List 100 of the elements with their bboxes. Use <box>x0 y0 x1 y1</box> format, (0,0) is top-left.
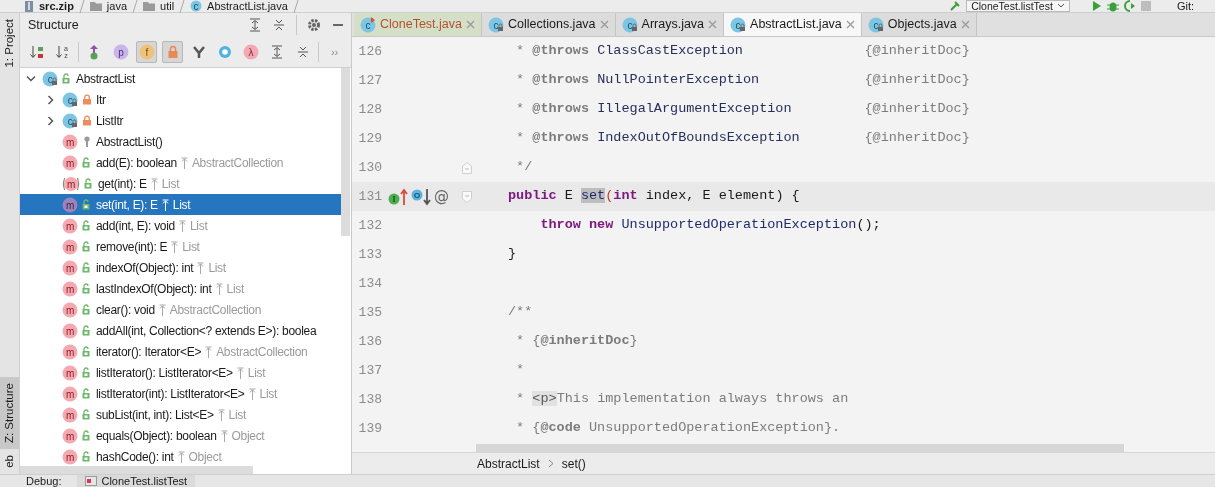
code-text: } <box>507 245 517 264</box>
tree-item-label: Itr <box>96 91 106 109</box>
fork-icon <box>191 45 206 59</box>
run-tab[interactable]: CloneTest.listTest <box>77 475 196 487</box>
editor-tab[interactable]: c Objects.java <box>861 13 977 36</box>
tree-item-label: set(int, E): E <box>96 196 158 214</box>
class-icon: c <box>867 16 884 33</box>
close-icon[interactable] <box>708 20 718 29</box>
tree-row[interactable]: m remove(int): E List <box>20 236 341 257</box>
tab-label: Collections.java <box>508 16 596 34</box>
build-icon[interactable] <box>949 0 962 12</box>
inherited-from-icon <box>197 261 205 274</box>
close-icon[interactable] <box>599 20 609 29</box>
inherited-from-icon <box>215 282 223 295</box>
tree-row[interactable]: m add(int, E): void List <box>20 215 341 236</box>
line-number: 130 <box>357 158 382 177</box>
tree-row[interactable]: m equals(Object): boolean Object <box>20 425 341 446</box>
inherited-from-label: List <box>182 238 200 256</box>
annotation-marker[interactable]: @ <box>434 189 449 204</box>
tree-row[interactable]: m hashCode(): int Object <box>20 446 341 467</box>
public-icon <box>82 367 92 378</box>
folder-icon <box>143 1 156 11</box>
path-segment[interactable]: AbstractList.java <box>207 0 288 13</box>
chevron-right-icon[interactable] <box>47 94 55 105</box>
breadcrumb-item[interactable]: set() <box>561 454 586 473</box>
code-text: * @throws ClassCastException {@inheritDoc} <box>515 42 970 61</box>
coverage-icon[interactable] <box>1123 0 1136 12</box>
vcs-label: Git: <box>1176 0 1194 13</box>
tool-window-tab[interactable]: Z: Structure <box>0 377 19 450</box>
tree-row[interactable]: m indexOf(Object): int List <box>20 257 341 278</box>
tree-item-label: indexOf(Object): int <box>96 259 194 277</box>
class-icon: c <box>62 112 78 129</box>
method-icon: m <box>62 385 78 402</box>
path-segment[interactable]: java <box>106 0 128 13</box>
scrollbar-thumb[interactable] <box>341 68 350 236</box>
settings-icon[interactable] <box>307 18 321 32</box>
method-icon: m <box>62 301 78 318</box>
method-icon: m <box>62 133 78 150</box>
editor-tab[interactable]: c Arrays.java <box>615 13 725 36</box>
tree-row[interactable]: m subList(int, int): List<E> List <box>20 404 341 425</box>
protected-icon <box>82 136 92 147</box>
tree-row[interactable]: m listIterator(int): ListIterator<E> List <box>20 383 341 404</box>
tree-item-label: iterator(): Iterator<E> <box>96 343 202 361</box>
tree-row[interactable]: c Itr <box>20 89 341 110</box>
fold-icon[interactable] <box>462 161 472 174</box>
tree-row[interactable]: c AbstractList <box>20 68 341 89</box>
chevron-down-icon[interactable] <box>26 74 36 83</box>
tree-row[interactable]: m add(E): boolean AbstractCollection <box>20 152 341 173</box>
tree-row[interactable]: m set(int, E): E List <box>20 194 341 215</box>
tree-row[interactable]: m clear(): void AbstractCollection <box>20 299 341 320</box>
tool-window-tab[interactable]: eb <box>0 449 19 474</box>
public-icon <box>82 325 92 336</box>
inherited-from-label: List <box>226 280 244 298</box>
close-icon[interactable] <box>466 20 475 29</box>
public-icon <box>82 157 92 168</box>
tree-row[interactable]: m listIterator(): ListIterator<E> List <box>20 362 341 383</box>
tree-row[interactable]: m lastIndexOf(Object): int List <box>20 278 341 299</box>
path-segment[interactable]: src.zip <box>39 0 74 13</box>
folder-icon <box>89 1 102 11</box>
run-icon[interactable] <box>1091 0 1102 12</box>
inherited-from-label: AbstractCollection <box>191 154 284 172</box>
close-icon[interactable] <box>845 20 855 29</box>
tree-row[interactable]: m AbstractList() <box>20 131 341 152</box>
tree-item-label: listIterator(int): ListIterator<E> <box>96 385 245 403</box>
method-icon: m <box>62 427 78 444</box>
separator-icon <box>179 0 186 13</box>
class-icon: c <box>360 16 376 33</box>
private-icon <box>82 94 92 105</box>
collapse-all-icon[interactable] <box>272 18 286 32</box>
tree-item-label: subList(int, int): List<E> <box>96 406 214 424</box>
close-icon[interactable] <box>960 20 970 29</box>
public-icon <box>82 388 92 399</box>
tree-row[interactable]: m addAll(int, Collection<? extends E>): boolea <box>20 320 341 341</box>
fold-icon[interactable] <box>462 190 472 203</box>
path-segment[interactable]: util <box>160 0 175 13</box>
inherited-from-icon <box>236 366 244 379</box>
editor-tab[interactable]: c AbstractList.java <box>724 13 862 36</box>
bug-icon[interactable] <box>1106 0 1119 12</box>
method-icon: m <box>62 217 78 234</box>
code-text: * {@code UnsupportedOperationException}. <box>515 419 841 438</box>
tree-row[interactable]: c ListItr <box>20 110 341 131</box>
tool-window-tab[interactable]: 1: Project <box>0 13 19 74</box>
method-icon: m <box>62 259 78 276</box>
breadcrumb-item[interactable]: AbstractList <box>477 454 540 473</box>
scrollbar-thumb[interactable] <box>476 444 1124 452</box>
editor-tab[interactable]: c Collections.java <box>482 13 616 36</box>
stop-icon[interactable] <box>1140 1 1151 11</box>
class-icon: c <box>621 16 638 33</box>
public-icon <box>82 199 92 210</box>
expand-all-icon[interactable] <box>248 18 262 32</box>
collapse-all-icon <box>295 45 310 59</box>
public-icon <box>82 346 92 357</box>
tree-row[interactable]: m get(int): E List <box>20 173 341 194</box>
public-icon <box>82 409 92 420</box>
separator-icon <box>78 0 85 13</box>
run-configuration-dropdown[interactable]: CloneTest.listTest <box>966 0 1070 12</box>
tree-row[interactable]: m iterator(): Iterator<E> AbstractCollection <box>20 341 341 362</box>
scrollbar-thumb[interactable] <box>20 466 253 474</box>
editor-tab[interactable]: c CloneTest.java <box>354 13 482 36</box>
chevron-right-icon[interactable] <box>47 115 55 126</box>
